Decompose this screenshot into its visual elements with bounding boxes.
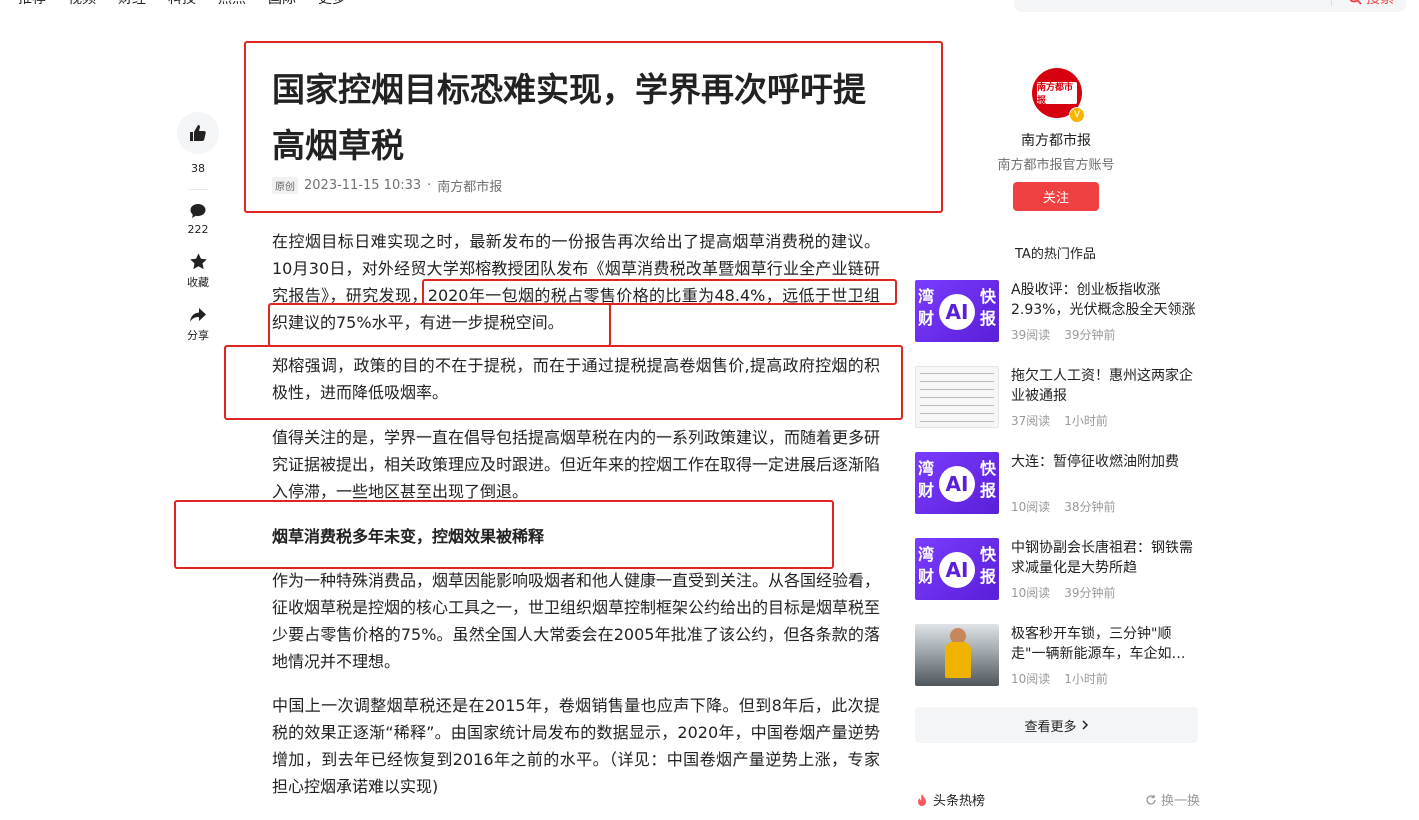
search-icon bbox=[1349, 0, 1362, 5]
feed-item-meta: 39阅读 39分钟前 bbox=[1011, 328, 1116, 342]
comment-button[interactable]: 222 bbox=[188, 202, 209, 236]
news-thumbnail: 湾财 AI 快报 bbox=[915, 452, 999, 514]
annotation-box-quote bbox=[224, 345, 903, 420]
annotation-box-subheading bbox=[174, 500, 834, 569]
top-nav: 推荐 视频 财经 科技 热点 国际 更多 bbox=[18, 0, 346, 8]
search-button[interactable]: 搜索 bbox=[1348, 0, 1394, 8]
comment-count: 222 bbox=[187, 223, 209, 236]
feed-item[interactable]: 湾财 AI 快报 中钢协副会长唐祖君：钢铁需求减量化是大势所趋 10阅读 39分钟… bbox=[915, 538, 1200, 600]
favorite-button[interactable]: 收藏 bbox=[187, 252, 209, 290]
hot-works-title: TA的热门作品 bbox=[1015, 247, 1096, 262]
search-button-label: 搜索 bbox=[1366, 0, 1394, 8]
photo-thumbnail bbox=[915, 624, 999, 686]
nav-item[interactable]: 推荐 bbox=[18, 0, 46, 8]
refresh-icon bbox=[1146, 794, 1156, 805]
news-thumbnail: 湾财 AI 快报 bbox=[915, 538, 999, 600]
ai-logo-icon: AI bbox=[939, 466, 975, 502]
hot-list-header: 头条热榜 换一换 bbox=[915, 790, 1200, 809]
chevron-right-icon bbox=[1081, 720, 1088, 730]
feed-item-title[interactable]: 大连：暂停征收燃油附加费 bbox=[1011, 452, 1201, 472]
thumb-text: 湾财 bbox=[918, 459, 935, 500]
paragraph-5: 中国上一次调整烟草税还是在2015年，卷烟销售量也应声下降。但到8年后，此次提税… bbox=[272, 696, 880, 796]
nav-item[interactable]: 国际 bbox=[268, 0, 296, 8]
annotation-box-stat bbox=[422, 279, 897, 305]
nav-item[interactable]: 财经 bbox=[118, 0, 146, 8]
thumb-text: 湾财 bbox=[918, 287, 935, 328]
feed-item-meta: 10阅读 39分钟前 bbox=[1011, 586, 1116, 600]
hot-list-title: 头条热榜 bbox=[933, 794, 986, 809]
ai-logo-icon: AI bbox=[939, 294, 975, 330]
author-description: 南方都市报官方账号 bbox=[997, 158, 1115, 173]
rail-divider bbox=[188, 189, 208, 190]
verified-badge: V bbox=[1069, 107, 1085, 123]
nav-item[interactable]: 热点 bbox=[218, 0, 246, 8]
author-logo: 南方都市报 bbox=[1037, 82, 1077, 106]
feed-item[interactable]: 湾财 AI 快报 A股收评：创业板指收涨2.93%，光伏概念股全天领涨 39阅读… bbox=[915, 280, 1200, 342]
share-button[interactable]: 分享 bbox=[187, 306, 209, 343]
refresh-label: 换一换 bbox=[1160, 794, 1200, 809]
like-button[interactable] bbox=[177, 112, 219, 154]
news-thumbnail: 湾财 AI 快报 bbox=[915, 280, 999, 342]
see-more-button[interactable]: 查看更多 bbox=[915, 707, 1198, 743]
favorite-label: 收藏 bbox=[187, 276, 209, 289]
feed-item[interactable]: 湾财 AI 快报 大连：暂停征收燃油附加费 10阅读 38分钟前 bbox=[915, 452, 1200, 514]
thumb-text: 快报 bbox=[979, 459, 996, 500]
refresh-button[interactable]: 换一换 bbox=[1145, 790, 1200, 809]
feed-item-title[interactable]: 中钢协副会长唐祖君：钢铁需求减量化是大势所趋 bbox=[1011, 538, 1201, 578]
annotation-box-stat-continued bbox=[268, 303, 611, 347]
search-divider bbox=[1331, 0, 1332, 6]
thumb-text: 快报 bbox=[979, 287, 996, 328]
paragraph-3: 值得关注的是，学界一直在倡导包括提高烟草税在内的一系列政策建议，而随着更多研究证… bbox=[272, 428, 881, 501]
feed-item-meta: 37阅读 1小时前 bbox=[1011, 414, 1108, 428]
feed-item-meta: 10阅读 38分钟前 bbox=[1011, 500, 1116, 514]
thumb-text: 湾财 bbox=[918, 545, 935, 586]
thumb-text: 快报 bbox=[979, 545, 996, 586]
nav-item[interactable]: 视频 bbox=[68, 0, 96, 8]
action-rail: 38 222 收藏 分享 bbox=[176, 112, 220, 359]
search-bar[interactable]: 搜索 bbox=[1014, 0, 1406, 12]
annotation-box-title bbox=[244, 41, 943, 213]
feed-item-title[interactable]: 拖欠工人工资！惠州这两家企业被通报 bbox=[1011, 366, 1201, 406]
feed-item-meta: 10阅读 1小时前 bbox=[1011, 672, 1108, 686]
ai-logo-icon: AI bbox=[939, 552, 975, 588]
feed-item[interactable]: 拖欠工人工资！惠州这两家企业被通报 37阅读 1小时前 bbox=[915, 366, 1200, 428]
fire-icon bbox=[918, 793, 926, 806]
nav-item-more[interactable]: 更多 bbox=[318, 0, 346, 8]
thumbs-up-icon bbox=[190, 125, 206, 141]
comment-icon bbox=[190, 204, 206, 218]
star-icon bbox=[189, 253, 207, 270]
follow-button[interactable]: 关注 bbox=[1013, 182, 1099, 211]
author-name[interactable]: 南方都市报 bbox=[1000, 130, 1112, 150]
feed-item-title[interactable]: A股收评：创业板指收涨2.93%，光伏概念股全天领涨 bbox=[1011, 280, 1201, 320]
nav-item[interactable]: 科技 bbox=[168, 0, 196, 8]
see-more-label: 查看更多 bbox=[1024, 719, 1077, 735]
feed-item-title[interactable]: 极客秒开车锁，三分钟"顺走"一辆新能源车，车企如… bbox=[1011, 624, 1201, 664]
feed-item[interactable]: 极客秒开车锁，三分钟"顺走"一辆新能源车，车企如… 10阅读 1小时前 bbox=[915, 624, 1200, 686]
like-count: 38 bbox=[191, 162, 205, 175]
share-label: 分享 bbox=[187, 329, 209, 342]
document-thumbnail bbox=[915, 366, 999, 428]
paragraph-4: 作为一种特殊消费品，烟草因能影响吸烟者和他人健康一直受到关注。从各国经验看，征收… bbox=[272, 571, 881, 671]
share-icon bbox=[190, 308, 206, 322]
